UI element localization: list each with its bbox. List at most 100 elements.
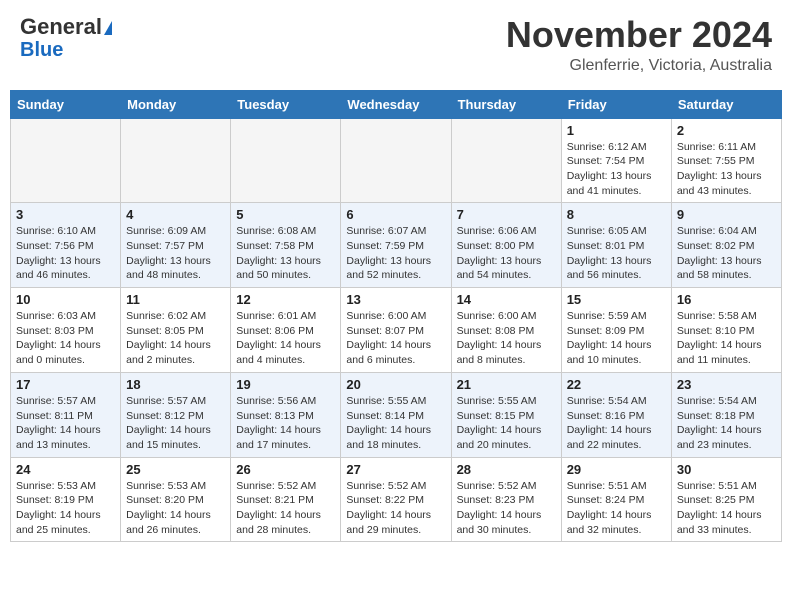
day-number: 12 xyxy=(236,292,335,307)
day-number: 15 xyxy=(567,292,666,307)
day-info: Sunrise: 6:05 AM Sunset: 8:01 PM Dayligh… xyxy=(567,224,666,283)
calendar-day-14: 14 Sunrise: 6:00 AM Sunset: 8:08 PM Dayli… xyxy=(451,288,561,373)
calendar-day-12: 12Sunrise: 6:01 AM Sunset: 8:06 PM Dayli… xyxy=(231,288,341,373)
day-number: 1 xyxy=(567,123,666,138)
calendar-day-17: 17 Sunrise: 5:57 AM Sunset: 8:11 PM Dayli… xyxy=(11,372,121,457)
day-info: Sunrise: 6:09 AM Sunset: 7:57 PM Dayligh… xyxy=(126,224,225,283)
calendar-day-8: 8 Sunrise: 6:05 AM Sunset: 8:01 PM Daylig… xyxy=(561,203,671,288)
day-info: Sunrise: 5:55 AM Sunset: 8:14 PM Dayligh… xyxy=(346,394,445,453)
calendar-week-row: 24 Sunrise: 5:53 AM Sunset: 8:19 PM Dayli… xyxy=(11,457,782,542)
day-number: 9 xyxy=(677,207,776,222)
weekday-header-tuesday: Tuesday xyxy=(231,90,341,118)
weekday-header-monday: Monday xyxy=(121,90,231,118)
calendar-day-21: 21Sunrise: 5:55 AM Sunset: 8:15 PM Dayli… xyxy=(451,372,561,457)
weekday-header-sunday: Sunday xyxy=(11,90,121,118)
day-info: Sunrise: 5:52 AM Sunset: 8:21 PM Dayligh… xyxy=(236,479,335,538)
header: General Blue November 2024 Glenferrie, V… xyxy=(10,10,782,80)
calendar-day-empty xyxy=(11,118,121,203)
day-number: 29 xyxy=(567,462,666,477)
calendar-day-empty xyxy=(451,118,561,203)
day-number: 14 xyxy=(457,292,556,307)
day-info: Sunrise: 5:52 AM Sunset: 8:23 PM Dayligh… xyxy=(457,479,556,538)
day-info: Sunrise: 6:00 AM Sunset: 8:07 PM Dayligh… xyxy=(346,309,445,368)
day-number: 2 xyxy=(677,123,776,138)
day-number: 23 xyxy=(677,377,776,392)
calendar-week-row: 3 Sunrise: 6:10 AM Sunset: 7:56 PM Daylig… xyxy=(11,203,782,288)
location-subtitle: Glenferrie, Victoria, Australia xyxy=(506,57,772,75)
day-info: Sunrise: 6:00 AM Sunset: 8:08 PM Dayligh… xyxy=(457,309,556,368)
calendar-day-20: 20 Sunrise: 5:55 AM Sunset: 8:14 PM Dayli… xyxy=(341,372,451,457)
day-info: Sunrise: 6:12 AM Sunset: 7:54 PM Dayligh… xyxy=(567,140,666,199)
logo-blue-text: Blue xyxy=(20,39,63,61)
calendar-day-23: 23 Sunrise: 5:54 AM Sunset: 8:18 PM Dayli… xyxy=(671,372,781,457)
calendar-day-27: 27 Sunrise: 5:52 AM Sunset: 8:22 PM Dayli… xyxy=(341,457,451,542)
day-info: Sunrise: 6:03 AM Sunset: 8:03 PM Dayligh… xyxy=(16,309,115,368)
day-number: 10 xyxy=(16,292,115,307)
weekday-header-wednesday: Wednesday xyxy=(341,90,451,118)
day-number: 6 xyxy=(346,207,445,222)
day-info: Sunrise: 5:57 AM Sunset: 8:12 PM Dayligh… xyxy=(126,394,225,453)
day-info: Sunrise: 5:51 AM Sunset: 8:25 PM Dayligh… xyxy=(677,479,776,538)
day-info: Sunrise: 5:53 AM Sunset: 8:20 PM Dayligh… xyxy=(126,479,225,538)
calendar-day-3: 3 Sunrise: 6:10 AM Sunset: 7:56 PM Daylig… xyxy=(11,203,121,288)
calendar-day-13: 13 Sunrise: 6:00 AM Sunset: 8:07 PM Dayli… xyxy=(341,288,451,373)
calendar-week-row: 1 Sunrise: 6:12 AM Sunset: 7:54 PM Daylig… xyxy=(11,118,782,203)
calendar-day-22: 22Sunrise: 5:54 AM Sunset: 8:16 PM Dayli… xyxy=(561,372,671,457)
day-number: 20 xyxy=(346,377,445,392)
day-info: Sunrise: 6:06 AM Sunset: 8:00 PM Dayligh… xyxy=(457,224,556,283)
calendar-day-26: 26Sunrise: 5:52 AM Sunset: 8:21 PM Dayli… xyxy=(231,457,341,542)
day-info: Sunrise: 5:53 AM Sunset: 8:19 PM Dayligh… xyxy=(16,479,115,538)
day-info: Sunrise: 5:52 AM Sunset: 8:22 PM Dayligh… xyxy=(346,479,445,538)
day-number: 28 xyxy=(457,462,556,477)
day-number: 7 xyxy=(457,207,556,222)
calendar-day-1: 1 Sunrise: 6:12 AM Sunset: 7:54 PM Daylig… xyxy=(561,118,671,203)
logo: General Blue xyxy=(20,15,112,61)
day-info: Sunrise: 5:56 AM Sunset: 8:13 PM Dayligh… xyxy=(236,394,335,453)
calendar-week-row: 17 Sunrise: 5:57 AM Sunset: 8:11 PM Dayli… xyxy=(11,372,782,457)
day-info: Sunrise: 5:51 AM Sunset: 8:24 PM Dayligh… xyxy=(567,479,666,538)
calendar-day-25: 25 Sunrise: 5:53 AM Sunset: 8:20 PM Dayli… xyxy=(121,457,231,542)
calendar-day-15: 15 Sunrise: 5:59 AM Sunset: 8:09 PM Dayli… xyxy=(561,288,671,373)
day-number: 11 xyxy=(126,292,225,307)
day-info: Sunrise: 5:55 AM Sunset: 8:15 PM Dayligh… xyxy=(457,394,556,453)
day-info: Sunrise: 6:04 AM Sunset: 8:02 PM Dayligh… xyxy=(677,224,776,283)
calendar-day-empty xyxy=(341,118,451,203)
calendar: SundayMondayTuesdayWednesdayThursdayFrid… xyxy=(10,90,782,543)
day-info: Sunrise: 5:59 AM Sunset: 8:09 PM Dayligh… xyxy=(567,309,666,368)
day-number: 17 xyxy=(16,377,115,392)
calendar-day-empty xyxy=(121,118,231,203)
day-info: Sunrise: 5:57 AM Sunset: 8:11 PM Dayligh… xyxy=(16,394,115,453)
calendar-day-19: 19Sunrise: 5:56 AM Sunset: 8:13 PM Dayli… xyxy=(231,372,341,457)
day-info: Sunrise: 6:07 AM Sunset: 7:59 PM Dayligh… xyxy=(346,224,445,283)
calendar-day-9: 9 Sunrise: 6:04 AM Sunset: 8:02 PM Daylig… xyxy=(671,203,781,288)
day-number: 16 xyxy=(677,292,776,307)
calendar-header-row: SundayMondayTuesdayWednesdayThursdayFrid… xyxy=(11,90,782,118)
title-area: November 2024 Glenferrie, Victoria, Aust… xyxy=(506,15,772,75)
day-info: Sunrise: 6:11 AM Sunset: 7:55 PM Dayligh… xyxy=(677,140,776,199)
day-number: 8 xyxy=(567,207,666,222)
calendar-day-6: 6 Sunrise: 6:07 AM Sunset: 7:59 PM Daylig… xyxy=(341,203,451,288)
day-number: 3 xyxy=(16,207,115,222)
logo-triangle-icon xyxy=(104,21,112,35)
day-info: Sunrise: 6:08 AM Sunset: 7:58 PM Dayligh… xyxy=(236,224,335,283)
day-number: 18 xyxy=(126,377,225,392)
calendar-day-5: 5Sunrise: 6:08 AM Sunset: 7:58 PM Daylig… xyxy=(231,203,341,288)
day-number: 30 xyxy=(677,462,776,477)
logo-text: General xyxy=(20,15,112,39)
day-number: 13 xyxy=(346,292,445,307)
day-info: Sunrise: 5:54 AM Sunset: 8:18 PM Dayligh… xyxy=(677,394,776,453)
calendar-week-row: 10 Sunrise: 6:03 AM Sunset: 8:03 PM Dayli… xyxy=(11,288,782,373)
day-number: 25 xyxy=(126,462,225,477)
weekday-header-friday: Friday xyxy=(561,90,671,118)
calendar-day-empty xyxy=(231,118,341,203)
day-number: 24 xyxy=(16,462,115,477)
day-info: Sunrise: 6:02 AM Sunset: 8:05 PM Dayligh… xyxy=(126,309,225,368)
calendar-day-10: 10 Sunrise: 6:03 AM Sunset: 8:03 PM Dayli… xyxy=(11,288,121,373)
calendar-day-30: 30 Sunrise: 5:51 AM Sunset: 8:25 PM Dayli… xyxy=(671,457,781,542)
day-number: 22 xyxy=(567,377,666,392)
day-info: Sunrise: 6:10 AM Sunset: 7:56 PM Dayligh… xyxy=(16,224,115,283)
day-info: Sunrise: 5:58 AM Sunset: 8:10 PM Dayligh… xyxy=(677,309,776,368)
weekday-header-saturday: Saturday xyxy=(671,90,781,118)
day-number: 4 xyxy=(126,207,225,222)
day-number: 27 xyxy=(346,462,445,477)
